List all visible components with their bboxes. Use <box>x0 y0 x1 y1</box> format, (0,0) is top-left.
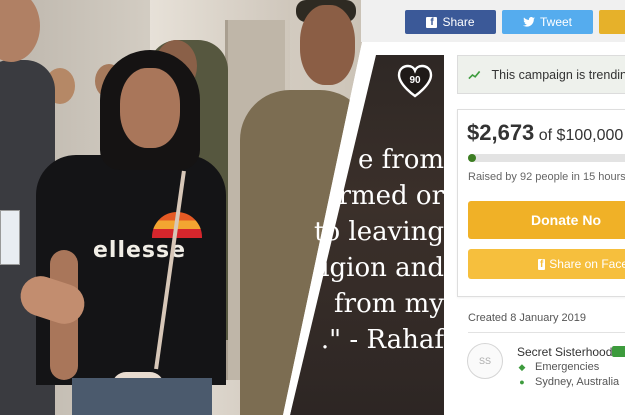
progress-track <box>468 154 625 162</box>
trending-icon <box>468 70 481 79</box>
twitter-share-label: Tweet <box>539 15 572 29</box>
more-share-button[interactable] <box>599 10 625 34</box>
quote-line: to leaving <box>314 217 444 247</box>
raised-by-text: Raised by 92 people in 15 hours <box>468 171 625 183</box>
organizer-avatar[interactable]: SS <box>467 343 503 379</box>
category-label: Emergencies <box>535 361 600 373</box>
lanyard-badge <box>0 210 20 265</box>
quote-text: e from rmed or to leaving igion and from… <box>294 142 444 358</box>
twitter-icon <box>522 17 535 27</box>
trending-text: This campaign is trendin <box>491 67 625 82</box>
quote-line: rmed or <box>338 181 444 211</box>
share-on-facebook-label: Share on Face <box>549 257 625 271</box>
amount-raised: $2,673 <box>467 120 535 145</box>
campaign-category[interactable]: ◆ Emergencies <box>517 361 600 373</box>
facebook-share-label: Share <box>442 15 475 29</box>
quote-line: igion and <box>321 253 444 283</box>
like-count: 90 <box>409 74 421 86</box>
quote-line: e from <box>357 145 444 175</box>
created-date: Created 8 January 2019 <box>468 312 587 324</box>
campaign-location: ● Sydney, Australia <box>517 376 619 388</box>
share-on-facebook-button[interactable]: f Share on Face <box>468 249 625 279</box>
amount-goal: $100,000 <box>556 127 624 144</box>
trending-banner: This campaign is trendin <box>457 55 625 94</box>
facebook-icon: f <box>538 258 546 270</box>
like-button[interactable]: 90 <box>396 63 434 99</box>
progress-fill <box>468 154 476 162</box>
donate-label: Donate No <box>531 212 601 228</box>
location-pin-icon: ● <box>519 377 525 387</box>
quote-line: ." - Rahaf <box>320 325 444 355</box>
location-label: Sydney, Australia <box>535 376 620 388</box>
amount-raised-line: $2,673 of $100,000 <box>467 120 623 146</box>
quote-line: from my <box>334 289 444 319</box>
divider-line <box>468 332 625 333</box>
tag-icon: ◆ <box>518 361 526 372</box>
donate-button[interactable]: Donate No <box>468 201 625 239</box>
facebook-share-button[interactable]: f Share <box>405 10 496 34</box>
amount-of: of <box>538 127 553 144</box>
verified-icon <box>612 346 625 357</box>
facebook-icon: f <box>426 16 438 28</box>
organizer-name[interactable]: Secret Sisterhood <box>517 345 612 359</box>
twitter-share-button[interactable]: Tweet <box>502 10 593 34</box>
woman-face <box>120 68 180 148</box>
